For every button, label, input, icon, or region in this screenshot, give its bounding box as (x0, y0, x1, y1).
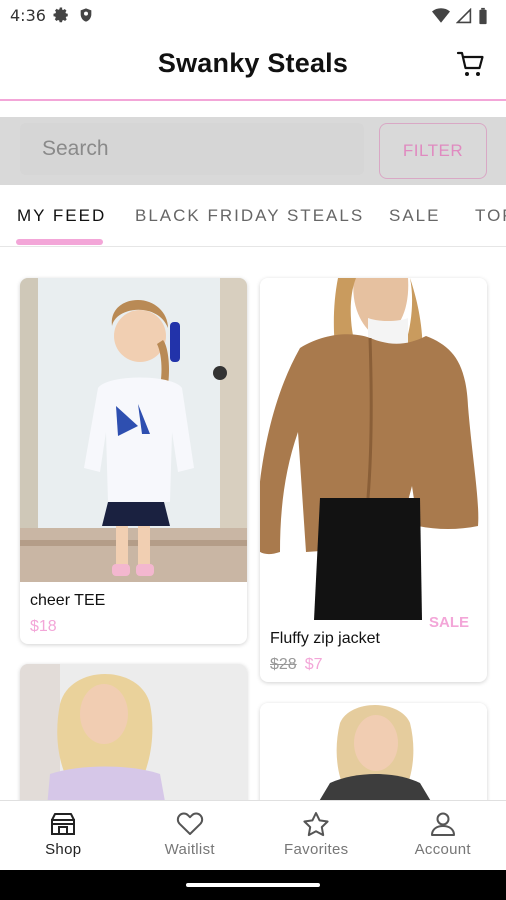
nav-label: Waitlist (164, 841, 215, 858)
gear-icon (52, 6, 70, 28)
product-image (260, 703, 487, 800)
shield-icon (78, 6, 94, 28)
tab-sale[interactable]: SALE (389, 206, 440, 226)
app-bar: Swanky Steals (0, 32, 506, 100)
tab-my-feed[interactable]: MY FEED (17, 206, 106, 226)
nav-shop[interactable]: Shop (0, 801, 127, 871)
nav-waitlist[interactable]: Waitlist (127, 801, 254, 871)
product-card-fluffy-zip-jacket[interactable]: SALE Fluffy zip jacket $28 $7 (260, 278, 487, 682)
category-tabs: MY FEED BLACK FRIDAY STEALS SALE TOP (0, 186, 506, 247)
search-input[interactable]: Search (20, 123, 364, 175)
active-tab-indicator (16, 239, 103, 245)
nav-label: Favorites (284, 841, 349, 858)
sale-badge: SALE (428, 614, 469, 631)
battery-icon (478, 7, 488, 29)
product-image (20, 278, 247, 582)
product-price: $18 (30, 618, 57, 635)
nav-account[interactable]: Account (380, 801, 506, 871)
home-gesture-handle[interactable] (186, 883, 320, 887)
tab-top[interactable]: TOP (475, 206, 506, 226)
search-bar: Search FILTER (0, 117, 506, 185)
product-sale-price: $7 (304, 656, 323, 673)
product-name: cheer TEE (30, 592, 106, 609)
nav-label: Account (414, 841, 471, 858)
cart-icon (456, 51, 484, 76)
status-bar: 4:36 (0, 0, 506, 32)
nav-favorites[interactable]: Favorites (253, 801, 380, 871)
status-time: 4:36 (10, 6, 46, 25)
product-card[interactable] (260, 703, 487, 800)
nav-label: Shop (45, 841, 82, 858)
product-card[interactable] (20, 664, 247, 800)
product-original-price: $28 (270, 656, 297, 673)
bottom-navigation: Shop Waitlist Favorites Account (0, 800, 506, 871)
product-name: Fluffy zip jacket (270, 630, 380, 647)
header-divider (0, 99, 506, 101)
product-image (20, 664, 247, 800)
status-left-icons (52, 6, 94, 28)
product-price-row: $28 $7 (270, 656, 323, 674)
person-icon (430, 812, 455, 836)
status-right-icons (432, 7, 488, 29)
product-image (260, 278, 487, 620)
store-icon (51, 813, 76, 835)
cart-button[interactable] (456, 48, 488, 80)
star-icon (303, 812, 329, 837)
product-feed: cheer TEE $18 SALE Fluffy zip jacket $28… (0, 247, 506, 800)
product-card-cheer-tee[interactable]: cheer TEE $18 (20, 278, 247, 644)
wifi-icon (432, 8, 450, 28)
tab-black-friday-steals[interactable]: BLACK FRIDAY STEALS (135, 206, 364, 226)
heart-icon (176, 812, 203, 835)
app-title: Swanky Steals (157, 48, 349, 78)
signal-icon (455, 7, 472, 28)
filter-button[interactable]: FILTER (379, 123, 487, 179)
system-gesture-bar (0, 870, 506, 900)
